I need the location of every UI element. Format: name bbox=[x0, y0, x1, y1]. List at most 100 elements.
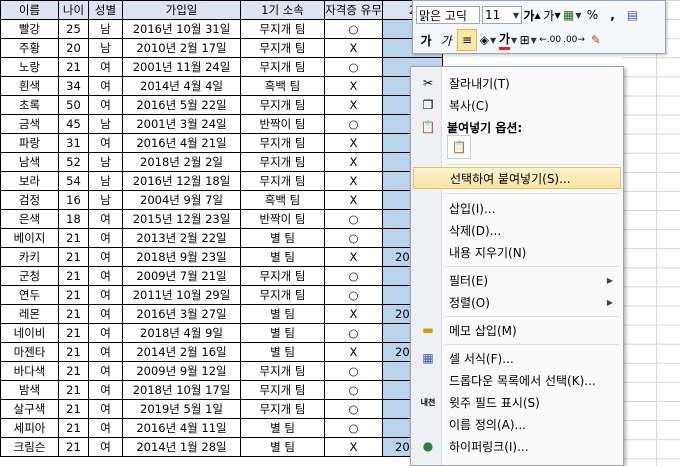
cell-date[interactable]: 2015년 12월 23일 bbox=[122, 209, 241, 229]
cell-name[interactable]: 군청 bbox=[0, 266, 59, 286]
cell-gender[interactable]: 여 bbox=[88, 418, 123, 438]
cell-gender[interactable]: 여 bbox=[88, 228, 123, 248]
cell-gender[interactable]: 여 bbox=[88, 285, 123, 305]
cell-name[interactable]: 노랑 bbox=[0, 57, 59, 77]
menu-item-insert[interactable]: 삽입(I)... bbox=[413, 197, 621, 219]
cell-gender[interactable]: 여 bbox=[88, 76, 123, 96]
cell-date[interactable]: 2018년 9월 23일 bbox=[122, 247, 241, 267]
cell-team[interactable]: 무지개 팀 bbox=[240, 285, 325, 305]
accounting-format-icon[interactable]: ▦ ▼ bbox=[563, 5, 582, 25]
cell-name[interactable]: 레몬 bbox=[0, 304, 59, 324]
cell-date[interactable]: 2014년 2월 16일 bbox=[122, 342, 241, 362]
align-center-button[interactable]: ≡ bbox=[457, 29, 477, 51]
cell-age[interactable]: 50 bbox=[58, 95, 89, 115]
cell-age[interactable]: 21 bbox=[58, 380, 89, 400]
bold-button[interactable]: 가 bbox=[417, 30, 435, 50]
cell-team[interactable]: 별 팀 bbox=[240, 323, 325, 343]
cell-gender[interactable]: 여 bbox=[88, 57, 123, 77]
cell-cert[interactable]: ○ bbox=[324, 19, 383, 39]
menu-item-filter[interactable]: 필터(E) ▶ bbox=[413, 269, 621, 291]
cell-gender[interactable]: 여 bbox=[88, 399, 123, 419]
italic-button[interactable]: 가 bbox=[437, 30, 455, 50]
col-header-team[interactable]: 1기 소속 bbox=[240, 0, 325, 20]
cell-name[interactable]: 베이지 bbox=[0, 228, 59, 248]
cell-name[interactable]: 주황 bbox=[0, 38, 59, 58]
cell-age[interactable]: 54 bbox=[58, 171, 89, 191]
menu-item-pick-list[interactable]: 드롭다운 목록에서 선택(K)... bbox=[413, 369, 621, 391]
cell-gender[interactable]: 남 bbox=[88, 38, 123, 58]
cell-gender[interactable]: 여 bbox=[88, 247, 123, 267]
cell-name[interactable]: 금색 bbox=[0, 114, 59, 134]
paste-button[interactable]: 📋 bbox=[447, 135, 471, 159]
cell-date[interactable]: 2016년 4월 11일 bbox=[122, 418, 241, 438]
cell-date[interactable]: 2014년 4월 4일 bbox=[122, 76, 241, 96]
menu-item-format-cells[interactable]: ▦ 셀 서식(F)... bbox=[413, 347, 621, 369]
cell-age[interactable]: 25 bbox=[58, 19, 89, 39]
cell-name[interactable]: 세피아 bbox=[0, 418, 59, 438]
cell-date[interactable]: 2018년 4월 9일 bbox=[122, 323, 241, 343]
grow-font-button[interactable]: 가 ▲ bbox=[523, 5, 541, 25]
cell-team[interactable]: 별 팀 bbox=[240, 228, 325, 248]
cell-name[interactable]: 네이비 bbox=[0, 323, 59, 343]
cell-date[interactable]: 2010년 2월 17일 bbox=[122, 38, 241, 58]
cell-cert[interactable]: ○ bbox=[324, 285, 383, 305]
cell-cert[interactable]: ○ bbox=[324, 228, 383, 248]
cell-age[interactable]: 21 bbox=[58, 361, 89, 381]
cell-cert[interactable]: ○ bbox=[324, 323, 383, 343]
cell-cert[interactable]: ○ bbox=[324, 380, 383, 400]
font-name-box[interactable]: 맑은 고딕 bbox=[416, 6, 480, 24]
col-header-cert[interactable]: 자격증 유무 bbox=[324, 0, 383, 20]
cell-name[interactable]: 남색 bbox=[0, 152, 59, 172]
cell-gender[interactable]: 여 bbox=[88, 361, 123, 381]
cell-name[interactable]: 밤색 bbox=[0, 380, 59, 400]
cell-name[interactable]: 파랑 bbox=[0, 133, 59, 153]
cell-cert[interactable]: ○ bbox=[324, 114, 383, 134]
cell-team[interactable]: 흑백 팀 bbox=[240, 76, 325, 96]
cell-age[interactable]: 20 bbox=[58, 38, 89, 58]
menu-item-paste-special[interactable]: 선택하여 붙여넣기(S)... bbox=[413, 167, 621, 189]
cell-age[interactable]: 21 bbox=[58, 418, 89, 438]
cell-cert[interactable]: X bbox=[324, 190, 383, 210]
cell-name[interactable]: 흰색 bbox=[0, 76, 59, 96]
cell-name[interactable]: 보라 bbox=[0, 171, 59, 191]
cell-team[interactable]: 무지개 팀 bbox=[240, 19, 325, 39]
cell-age[interactable]: 21 bbox=[58, 266, 89, 286]
cell-date[interactable]: 2016년 3월 27일 bbox=[122, 304, 241, 324]
eraser-icon[interactable]: ✎ bbox=[587, 30, 605, 50]
cell-cert[interactable]: X bbox=[324, 171, 383, 191]
cell-date[interactable]: 2019년 5월 1일 bbox=[122, 399, 241, 419]
menu-item-insert-comment[interactable]: ▬ 메모 삽입(M) bbox=[413, 319, 621, 341]
cell-team[interactable]: 무지개 팀 bbox=[240, 399, 325, 419]
cell-team[interactable]: 무지개 팀 bbox=[240, 266, 325, 286]
cell-gender[interactable]: 여 bbox=[88, 342, 123, 362]
borders-button[interactable]: ⊞ ▼ bbox=[519, 30, 537, 50]
cell-team[interactable]: 별 팀 bbox=[240, 437, 325, 457]
cell-team[interactable]: 무지개 팀 bbox=[240, 171, 325, 191]
fill-color-button[interactable]: ◈ ▼ bbox=[479, 30, 497, 50]
menu-item-clear[interactable]: 내용 지우기(N) bbox=[413, 241, 621, 263]
menu-item-sort[interactable]: 정렬(O) ▶ bbox=[413, 291, 621, 313]
font-color-button[interactable]: 가 ▼ bbox=[499, 30, 517, 50]
cell-cert[interactable]: X bbox=[324, 38, 383, 58]
cell-age[interactable]: 21 bbox=[58, 247, 89, 267]
cell-gender[interactable]: 여 bbox=[88, 380, 123, 400]
menu-item-cut[interactable]: ✂ 잘라내기(T) bbox=[413, 72, 621, 94]
cell-age[interactable]: 31 bbox=[58, 133, 89, 153]
cell-age[interactable]: 21 bbox=[58, 342, 89, 362]
cell-gender[interactable]: 여 bbox=[88, 323, 123, 343]
cell-name[interactable]: 검정 bbox=[0, 190, 59, 210]
cell-name[interactable]: 은색 bbox=[0, 209, 59, 229]
cell-cert[interactable]: X bbox=[324, 152, 383, 172]
cell-team[interactable]: 무지개 팀 bbox=[240, 152, 325, 172]
cell-gender[interactable]: 남 bbox=[88, 152, 123, 172]
cell-age[interactable]: 21 bbox=[58, 399, 89, 419]
cell-date[interactable]: 2013년 2월 22일 bbox=[122, 228, 241, 248]
cell-gender[interactable]: 남 bbox=[88, 190, 123, 210]
col-header-gender[interactable]: 성별 bbox=[88, 0, 123, 20]
cell-name[interactable]: 마젠타 bbox=[0, 342, 59, 362]
cell-cert[interactable]: ○ bbox=[324, 266, 383, 286]
cell-age[interactable]: 21 bbox=[58, 228, 89, 248]
cell-date[interactable]: 2016년 4월 21일 bbox=[122, 133, 241, 153]
cell-cert[interactable]: ○ bbox=[324, 209, 383, 229]
cell-cert[interactable]: ○ bbox=[324, 399, 383, 419]
